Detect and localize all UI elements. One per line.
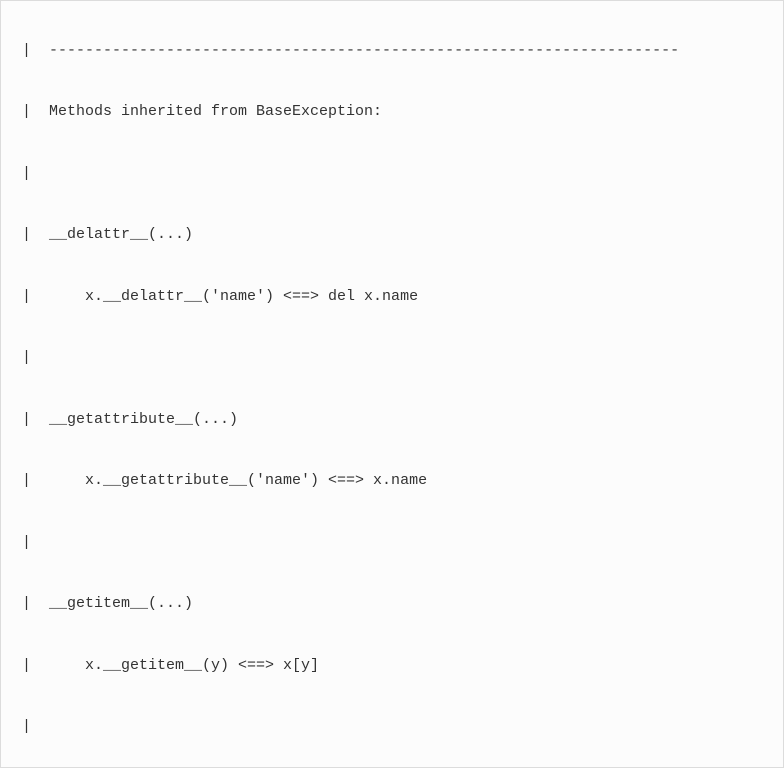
code-line: | x.__getitem__(y) <==> x[y] <box>1 651 783 682</box>
code-line: | --------------------------------------… <box>1 36 783 67</box>
code-line: | __delattr__(...) <box>1 220 783 251</box>
code-line: | x.__delattr__('name') <==> del x.name <box>1 282 783 313</box>
help-text-block: | --------------------------------------… <box>0 0 784 768</box>
code-line: | <box>1 712 783 743</box>
code-line: | <box>1 159 783 190</box>
code-line: | <box>1 528 783 559</box>
code-line: | Methods inherited from BaseException: <box>1 97 783 128</box>
code-line: | x.__getattribute__('name') <==> x.name <box>1 466 783 497</box>
code-line: | <box>1 343 783 374</box>
code-line: | __getattribute__(...) <box>1 405 783 436</box>
code-line: | __getitem__(...) <box>1 589 783 620</box>
